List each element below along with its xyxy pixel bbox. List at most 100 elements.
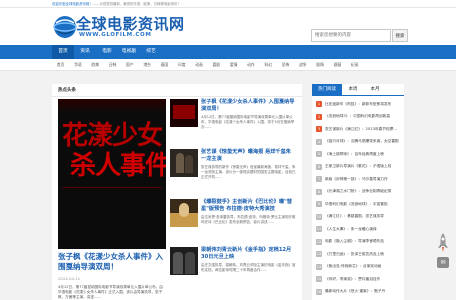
search-input[interactable]	[311, 29, 391, 42]
subnav-item[interactable]: 首页	[52, 59, 69, 70]
logo-name-cn: 全球电影资讯网	[76, 15, 185, 33]
list-item[interactable]: 2 《流浪地球3》：中国科幻电影再创新高	[316, 111, 400, 124]
nav-item-variety[interactable]: 综艺	[140, 45, 162, 59]
subnav-item[interactable]: 悬疑	[329, 59, 346, 70]
subnav-item[interactable]: 恐怖	[277, 59, 294, 70]
chat-bubble-icon[interactable]: ✉	[437, 257, 449, 268]
list-item[interactable]: 7 新版《封神第一部》：乌尔善导演力作	[316, 173, 400, 186]
article-thumbnail[interactable]	[170, 149, 198, 177]
rank-badge: 11	[316, 226, 322, 233]
rank-badge: 14	[316, 263, 322, 270]
search-button[interactable]: 搜索	[392, 29, 408, 42]
rank-badge: 13	[316, 251, 322, 258]
nav-item-home[interactable]: 首页	[52, 45, 74, 59]
list-item[interactable]: 14 《熊出没·伴我熊芯》：合家欢动画	[316, 261, 400, 274]
article-title[interactable]: 张艺谋《惊蛰无声》曝海报 易烊千玺朱一龙主演	[201, 149, 296, 163]
rank-badge: 4	[316, 138, 322, 145]
lead-article-desc: 4月12日，第77届戛纳国际电影节导演双周单元入围片单公布，由华语电影《花漾少女…	[58, 285, 163, 299]
main-content: 热点头条 花漾少女 杀人事件 张子枫《花漾少女杀人事件》入围戛纳导演双周！ 20…	[52, 84, 302, 300]
subnav-item[interactable]: 动作	[242, 59, 259, 70]
subnav-item[interactable]: 港台	[138, 59, 155, 70]
poster-title-line-2: 杀人事件	[70, 151, 166, 181]
article-item: 《爆裂鼓手》主创新片《巴比伦》曝"彗星"版预告 布拉德·皮特大秀演技 由达米恩·…	[170, 199, 296, 245]
header: 全球电影资讯网 WWW.GLOFILM.COM 搜索	[0, 8, 456, 45]
list-item[interactable]: 9 华语科幻电影《流浪地球》：宇宙冒险	[316, 198, 400, 211]
article-title[interactable]: 《爆裂鼓手》主创新片《巴比伦》曝"彗星"版预告 布拉德·皮特大秀演技	[201, 199, 296, 213]
article-title[interactable]: 梁朝伟刘青云新片《金手指》定档12月30日元旦上映	[201, 247, 296, 261]
list-item[interactable]: 8 《长津湖之水门桥》：战争巨制再破纪录	[316, 186, 400, 199]
rank-badge: 16	[316, 288, 322, 295]
rank-badge: 3	[316, 126, 322, 133]
tab-this-month[interactable]: 本月	[364, 84, 386, 95]
subnav-item[interactable]: 喜剧	[208, 59, 225, 70]
list-item[interactable]: 15 《你好，李焕英》：贾玲催泪佳作	[316, 273, 400, 286]
article-desc: 由达米恩·查泽雷执导，布拉德·皮特、玛格特·罗比主演的好莱坞史诗《巴比伦》发布全…	[201, 215, 296, 224]
list-item[interactable]: 3 张艺谋新片《满江红》：2023年春节档票房冠军	[316, 123, 400, 136]
rank-badge: 1	[316, 101, 322, 108]
rank-badge: 15	[316, 276, 322, 283]
list-item[interactable]: 11 《人生大事》：朱一龙暖心演绎	[316, 223, 400, 236]
rank-badge: 5	[316, 151, 322, 158]
list-item[interactable]: 1 比亚迪新车《阿兹》：新款车型即将发布	[316, 98, 400, 111]
rank-badge: 10	[316, 213, 322, 220]
subnav-item[interactable]: 战争	[294, 59, 311, 70]
list-item[interactable]: 12 电影《隐入尘烟》：导演李睿珺作品	[316, 236, 400, 249]
subnav-item[interactable]: 欧美	[87, 59, 104, 70]
sidebar-list: 1 比亚迪新车《阿兹》：新款车型即将发布 2 《流浪地球3》：中国科幻电影再创新高 …	[312, 96, 404, 300]
back-to-top-rocket-icon[interactable]	[437, 233, 449, 253]
article-thumbnail[interactable]	[170, 99, 198, 127]
sidebar-tabs: 热门阅读 本周 本月	[312, 84, 404, 96]
lead-article-title[interactable]: 张子枫《花漾少女杀人事件》入围戛纳导演双周！	[58, 252, 168, 272]
list-item[interactable]: 16 最新动作大片《怒火·重案》：甄子丹	[316, 286, 400, 299]
article-thumbnail[interactable]	[170, 199, 198, 227]
article-item: 张子枫《花漾少女杀人事件》入围戛纳导演双周！ 4月12日，第77届戛纳国际电影节…	[170, 99, 296, 145]
poster-top-band	[58, 99, 166, 113]
subnav-item[interactable]: 纪录	[346, 59, 363, 70]
tab-this-week[interactable]: 本周	[342, 84, 364, 95]
tab-hot-reading[interactable]: 热门阅读	[312, 84, 342, 95]
sub-nav: 首页 华语 欧美 日韩 国产 港台 泰国 印度 动画 喜剧 爱情 动作 科幻 恐…	[0, 59, 456, 71]
subnav-item[interactable]: 科幻	[260, 59, 277, 70]
lead-article-date: 2024-04-12	[58, 276, 81, 281]
list-item[interactable]: 5 《海上钢琴师》：百年经典再度上映	[316, 148, 400, 161]
site-logo[interactable]: 全球电影资讯网 WWW.GLOFILM.COM	[52, 12, 184, 42]
rank-badge: 6	[316, 163, 322, 170]
rank-badge: 7	[316, 176, 322, 183]
rank-badge: 8	[316, 188, 322, 195]
article-title[interactable]: 张子枫《花漾少女杀人事件》入围戛纳导演双周！	[201, 99, 296, 113]
lead-poster-image[interactable]: 花漾少女 杀人事件	[58, 99, 166, 249]
subnav-item[interactable]: 泰国	[156, 59, 173, 70]
subnav-item[interactable]: 日韩	[104, 59, 121, 70]
rank-badge: 9	[316, 201, 322, 208]
list-item[interactable]: 6 王家卫新片导演片《繁花》：沪语版上线	[316, 161, 400, 174]
article-desc: 由庄文强执导，梁朝伟、刘青云领衔主演的电影《金手指》宣布定档，两位影帝时隔二十年…	[201, 263, 296, 272]
nav-item-tv[interactable]: 电视剧	[118, 45, 140, 59]
subnav-item[interactable]: 爱情	[225, 59, 242, 70]
nav-item-news[interactable]: 资讯	[74, 45, 96, 59]
nav-item-movies[interactable]: 电影	[96, 45, 118, 59]
article-thumbnail[interactable]	[170, 247, 198, 275]
article-desc: 张艺谋执导的新作《惊蛰无声》官宣最新海报，易烊千玺、朱一龙领衔主演，该片为一部现…	[201, 165, 296, 179]
topbar-text: ——为您提供最新、最快的华语、欧美、日韩等电影资讯！	[92, 2, 181, 6]
subnav-item[interactable]: 动画	[190, 59, 207, 70]
sidebar-hot-reading: 热门阅读 本周 本月 1 比亚迪新车《阿兹》：新款车型即将发布 2 《流浪地球3》：…	[312, 84, 404, 300]
rank-badge: 12	[316, 238, 322, 245]
article-desc: 4月12日，第77届戛纳国际电影节导演双周单元入围片单公布，华语电影《花漾少女杀…	[201, 115, 295, 129]
subnav-item[interactable]: 印度	[173, 59, 190, 70]
rank-badge: 2	[316, 113, 322, 120]
section-title: 热点头条	[52, 84, 302, 97]
article-item: 张艺谋《惊蛰无声》曝海报 易烊千玺朱一龙主演 张艺谋执导的新作《惊蛰无声》官宣最…	[170, 149, 296, 195]
logo-name-en: WWW.GLOFILM.COM	[79, 32, 152, 38]
top-bar: 欢迎光临全球电影资讯网！——为您提供最新、最快的华语、欧美、日韩等电影资讯！	[0, 0, 456, 8]
subnav-item[interactable]: 剧情	[311, 59, 328, 70]
subnav-item[interactable]: 国产	[121, 59, 138, 70]
list-item[interactable]: 10 《满江红》：悬疑喜剧，张艺谋执导	[316, 211, 400, 224]
list-item[interactable]: 4 《独行月球》：沈腾马丽爆笑来袭，太空喜剧	[316, 136, 400, 149]
subnav-item[interactable]: 华语	[69, 59, 86, 70]
welcome-link[interactable]: 欢迎光临全球电影资讯网！	[52, 2, 93, 6]
article-item: 梁朝伟刘青云新片《金手指》定档12月30日元旦上映 由庄文强执导，梁朝伟、刘青云…	[170, 247, 296, 293]
poster-divider	[62, 187, 162, 188]
list-item[interactable]: 13 《万里归途》：张译王俊凯热血上映	[316, 248, 400, 261]
globe-logo-icon	[53, 16, 77, 38]
main-nav: 首页 资讯 电影 电视剧 综艺	[0, 45, 456, 59]
